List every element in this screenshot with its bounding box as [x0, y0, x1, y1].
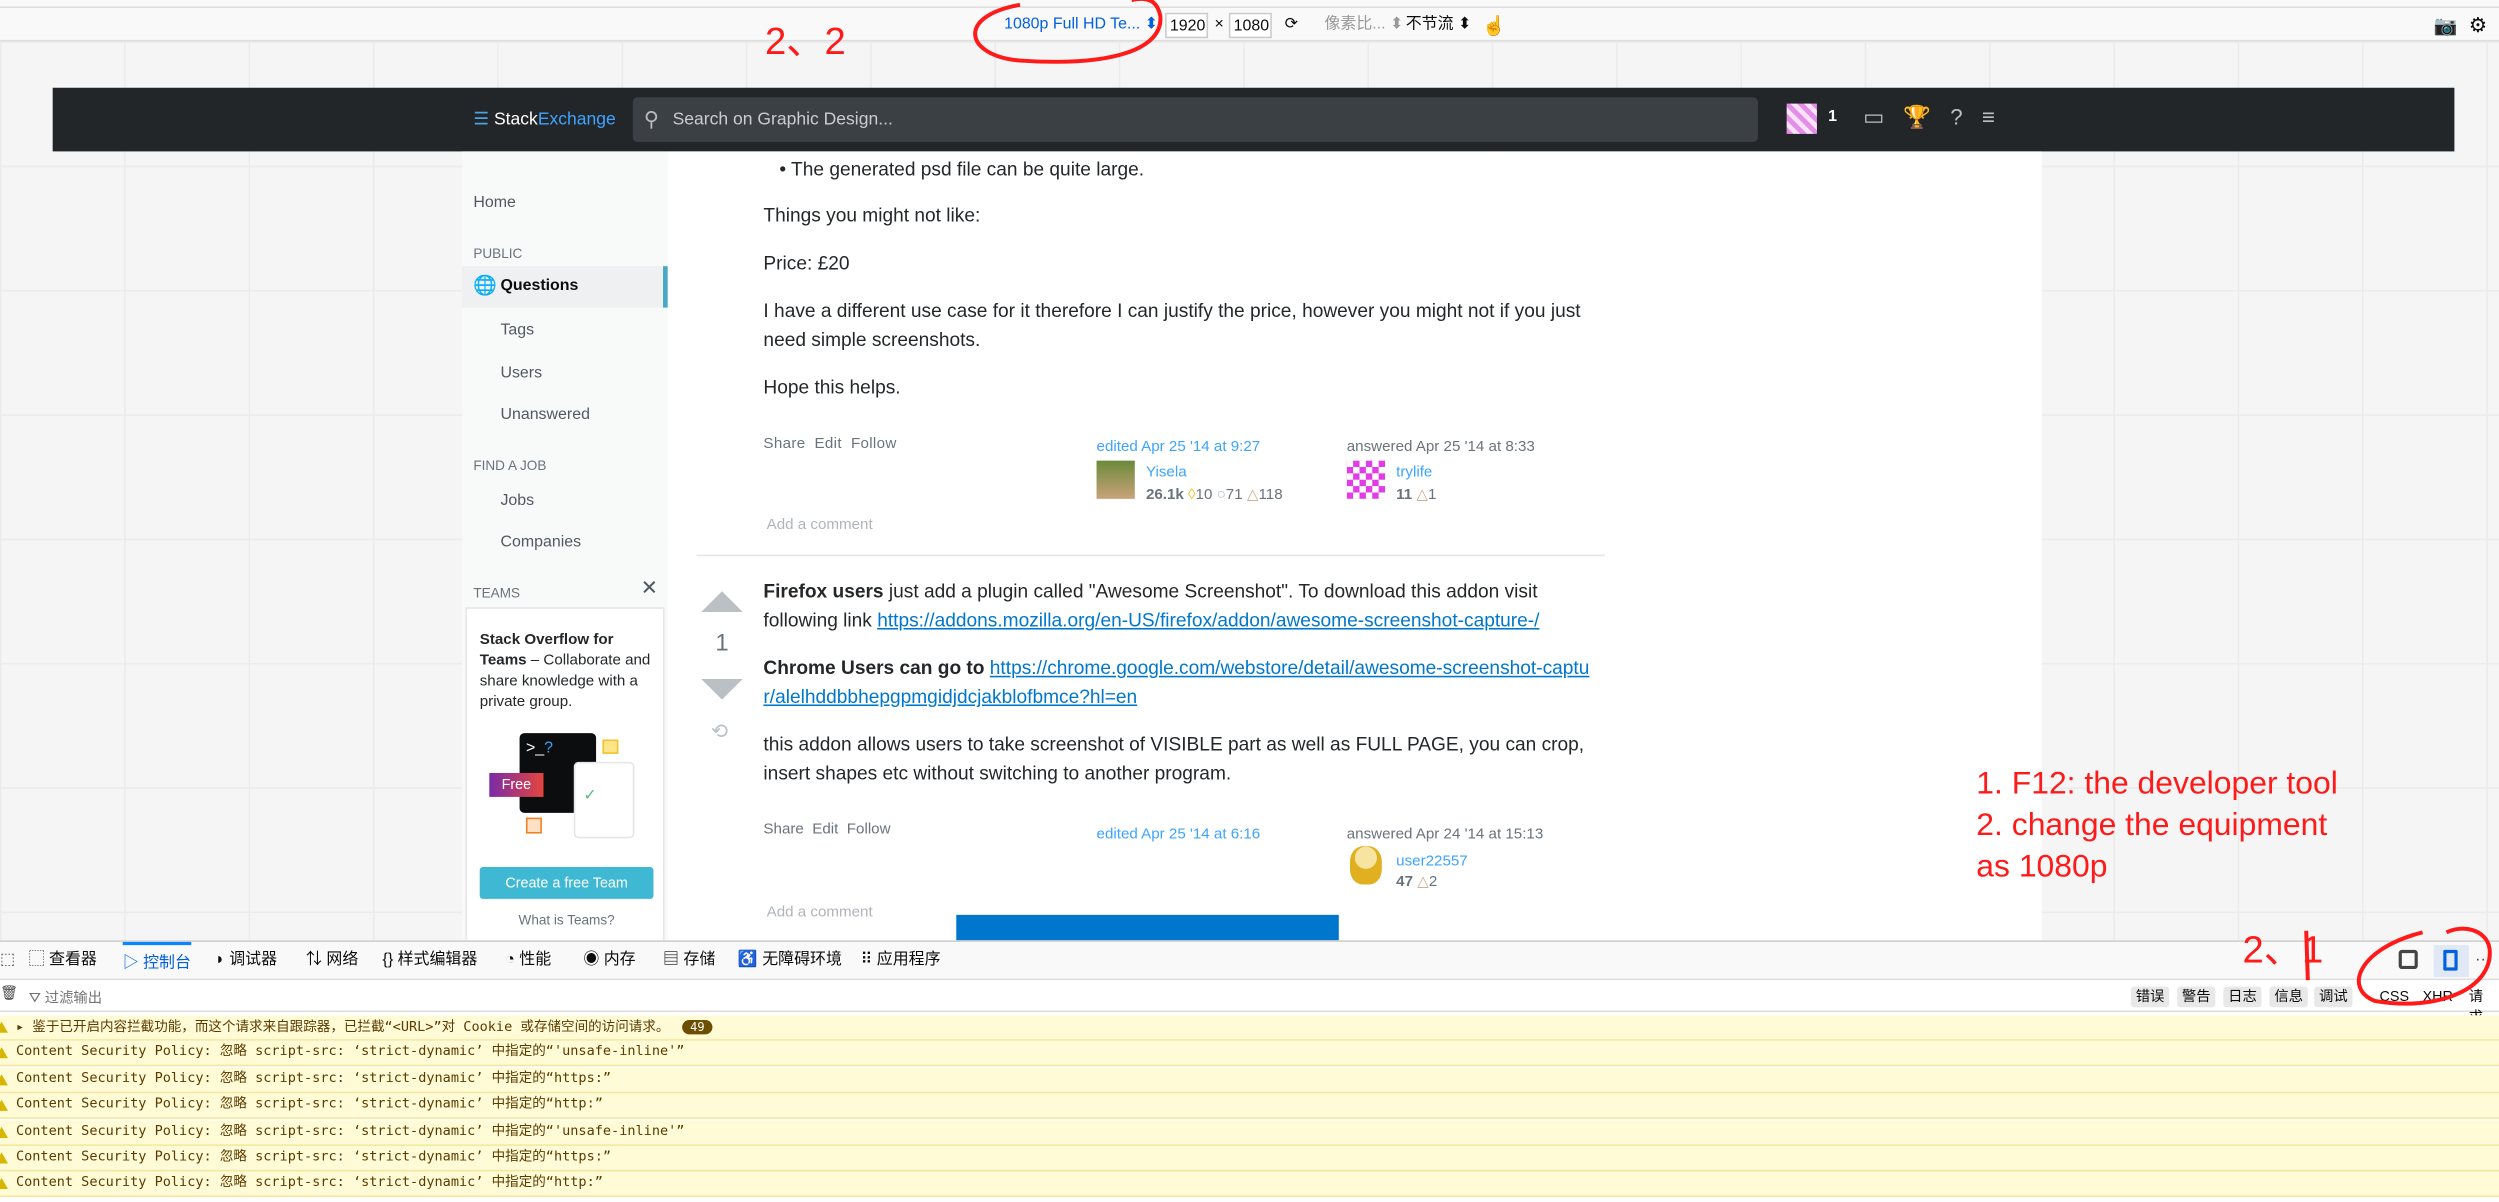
- instruction-line: 1. F12: the developer tool: [1976, 766, 2338, 802]
- annotation-label-2-1: 2、1: [2242, 929, 2324, 973]
- instruction-line: 2. change the equipment: [1976, 808, 2328, 844]
- annotation-circle-responsive: [2356, 926, 2492, 1006]
- annotation-label-2-2: 2、2: [765, 20, 846, 64]
- instruction-line: as 1080p: [1976, 849, 2108, 885]
- annotation-circle-device: [973, 0, 1163, 64]
- red-annotation-marks: [973, 0, 2492, 1006]
- annotation-instructions: 1. F12: the developer tool 2. change the…: [1976, 763, 2338, 887]
